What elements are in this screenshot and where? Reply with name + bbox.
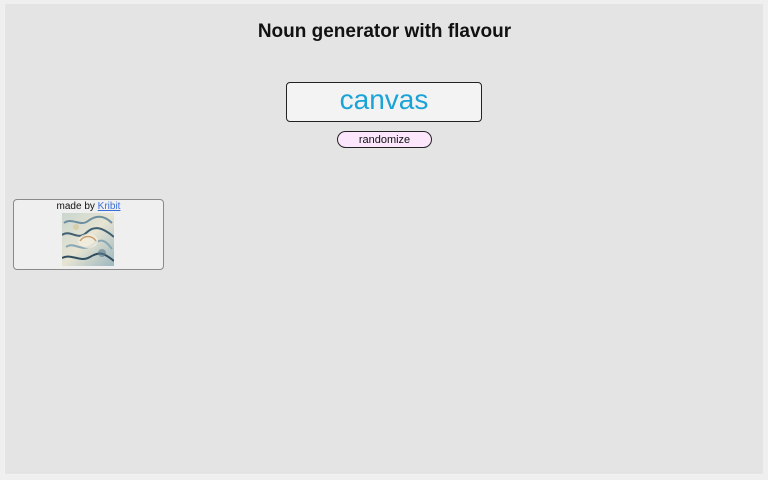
randomize-button[interactable]: randomize: [337, 131, 432, 148]
credit-prefix: made by: [56, 201, 98, 212]
author-link[interactable]: Kribit: [98, 201, 121, 212]
page-container: Noun generator with flavour canvas rando…: [4, 4, 763, 475]
noun-display: canvas: [286, 82, 482, 122]
credit-card: made by Kribit: [13, 199, 164, 270]
author-avatar-image[interactable]: [62, 213, 114, 266]
credit-line: made by Kribit: [14, 201, 163, 212]
page-title: Noun generator with flavour: [257, 21, 512, 42]
